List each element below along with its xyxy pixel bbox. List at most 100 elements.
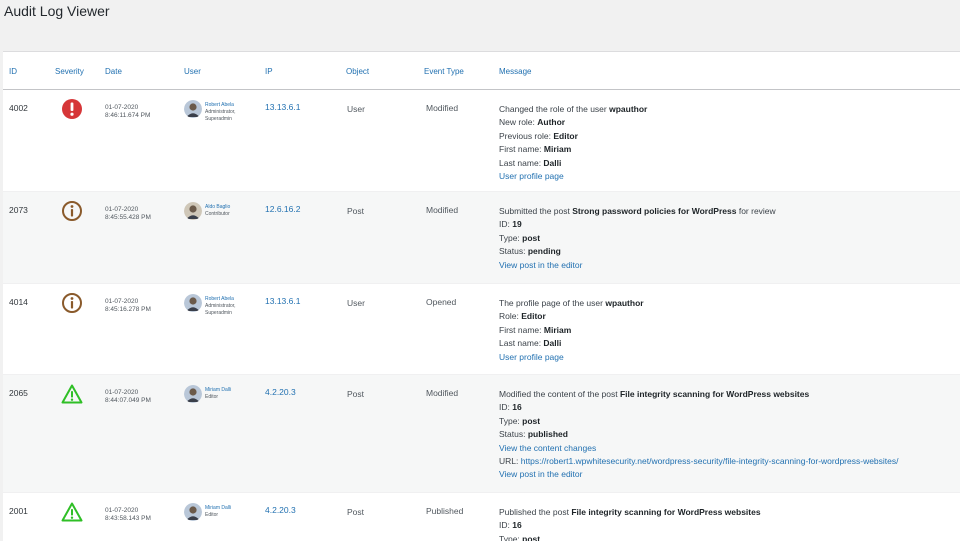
message-link[interactable]: User profile page [499, 352, 564, 362]
message-text: URL: [499, 456, 521, 467]
event-type: Modified [426, 103, 459, 113]
message-link[interactable]: View the content changes [499, 443, 596, 453]
user-name-link[interactable]: Robert Abela [205, 102, 236, 109]
message-link[interactable]: View post in the editor [499, 469, 582, 479]
table-header: ID Severity Date User IP Object Event Ty… [3, 52, 960, 90]
event-date: 01-07-2020 8:43:58.143 PM [105, 507, 151, 523]
column-header-message: Message [499, 67, 532, 76]
message-link[interactable]: https://robert1.wpwhitesecurity.net/word… [521, 456, 899, 466]
event-date-day: 01-07-2020 [105, 298, 139, 305]
column-header-event-type[interactable]: Event Type [424, 67, 464, 76]
message-value: pending [527, 246, 561, 257]
event-object: Post [347, 507, 365, 517]
message-line: Modified the content of the post File in… [499, 388, 899, 401]
message-value: 16 [512, 402, 522, 413]
event-type: Modified [426, 388, 459, 398]
event-type: Published [426, 506, 464, 516]
user-info: Aldo Baglio Contributor [205, 204, 230, 218]
user-role: Administrator, [205, 303, 236, 309]
message-link[interactable]: View post in the editor [499, 260, 582, 270]
table-row: 2065 01-07-2020 8:44:07.049 PM Miriam Dal… [3, 375, 960, 493]
user-name-link[interactable]: Miriam Dalli [205, 505, 231, 512]
message-line: Status: published [499, 428, 899, 441]
event-object: User [347, 298, 365, 308]
message-text: Status: [499, 246, 528, 257]
message-line: Role: Editor [499, 310, 644, 323]
column-header-date[interactable]: Date [105, 67, 122, 76]
message-line: View post in the editor [499, 468, 899, 481]
event-date: 01-07-2020 8:46:11.674 PM [105, 104, 150, 120]
user-info: Robert Abela Administrator, Superadmin [205, 102, 236, 123]
event-message: Modified the content of the post File in… [499, 388, 899, 482]
avatar [184, 503, 202, 521]
message-value: 16 [512, 520, 522, 531]
message-value: File integrity scanning for WordPress we… [571, 507, 761, 517]
avatar [184, 385, 202, 403]
info-circle-icon [61, 200, 83, 222]
ip-address-link[interactable]: 12.6.16.2 [265, 204, 300, 214]
message-line: Type: post [499, 415, 899, 428]
message-link[interactable]: User profile page [499, 171, 564, 181]
message-line: Type: post [499, 232, 776, 245]
message-line: Changed the role of the user wpauthor [499, 103, 647, 116]
event-message: Submitted the post Strong password polic… [499, 205, 776, 272]
user-info: Miriam Dalli Editor [205, 387, 231, 401]
user-name-link[interactable]: Aldo Baglio [205, 204, 230, 211]
message-value: Dalli [543, 157, 562, 168]
user-role: Editor [205, 394, 219, 400]
user-name-link[interactable]: Miriam Dalli [205, 387, 231, 394]
message-line: The profile page of the user wpauthor [499, 297, 644, 310]
event-object: Post [347, 389, 365, 399]
avatar [184, 294, 202, 312]
user-name-link[interactable]: Robert Abela [205, 296, 236, 303]
ip-address-link[interactable]: 4.2.20.3 [265, 505, 296, 515]
event-date: 01-07-2020 8:44:07.049 PM [105, 389, 151, 405]
event-date-time: 8:46:11.674 PM [105, 112, 151, 119]
page-title: Audit Log Viewer [4, 3, 110, 19]
ip-address-link[interactable]: 13.13.6.1 [265, 296, 300, 306]
message-line: Last name: Dalli [499, 157, 647, 170]
message-value: post [522, 415, 541, 426]
table-row: 2001 01-07-2020 8:43:58.143 PM Miriam Dal… [3, 493, 960, 541]
message-line: ID: 19 [499, 218, 776, 231]
ip-address-link[interactable]: 4.2.20.3 [265, 387, 296, 397]
column-header-id[interactable]: ID [9, 67, 17, 76]
message-value: Editor [553, 130, 578, 141]
message-value: Miriam [543, 144, 572, 155]
event-message: Changed the role of the user wpauthor New… [499, 103, 647, 183]
message-text: Role: [499, 311, 522, 322]
column-header-user[interactable]: User [184, 67, 201, 76]
message-text: Previous role: [499, 130, 554, 141]
user-info: Robert Abela Administrator, Superadmin [205, 296, 236, 317]
message-line: Last name: Dalli [499, 337, 644, 350]
message-line: Previous role: Editor [499, 130, 647, 143]
message-value: wpauthor [605, 298, 644, 308]
message-line: Status: pending [499, 245, 776, 258]
ip-address-link[interactable]: 13.13.6.1 [265, 102, 300, 112]
message-text: First name: [499, 144, 544, 155]
message-value: Dalli [543, 338, 562, 349]
column-header-object[interactable]: Object [346, 67, 369, 76]
message-line: View post in the editor [499, 259, 776, 272]
column-header-ip[interactable]: IP [265, 67, 273, 76]
warning-triangle-icon [61, 383, 83, 405]
user-info: Miriam Dalli Editor [205, 505, 231, 519]
event-date: 01-07-2020 8:45:16.278 PM [105, 298, 151, 314]
message-text: First name: [499, 324, 544, 335]
avatar [184, 202, 202, 220]
exclamation-circle-icon [61, 98, 83, 120]
message-line: ID: 16 [499, 519, 761, 532]
event-date-day: 01-07-2020 [105, 104, 139, 111]
message-text: Status: [499, 429, 528, 440]
message-value: post [522, 232, 541, 243]
column-header-severity[interactable]: Severity [55, 67, 84, 76]
message-value: published [527, 429, 568, 440]
warning-triangle-icon [61, 501, 83, 523]
message-text: Published the post [499, 507, 572, 517]
event-id: 2065 [9, 388, 28, 398]
table-body: 4002 01-07-2020 8:46:11.674 PM Robert Abe… [3, 90, 960, 541]
message-line: Published the post File integrity scanni… [499, 506, 761, 519]
event-date-time: 8:45:16.278 PM [105, 306, 151, 313]
event-date-day: 01-07-2020 [105, 389, 139, 396]
user-role: Superadmin [205, 310, 232, 316]
